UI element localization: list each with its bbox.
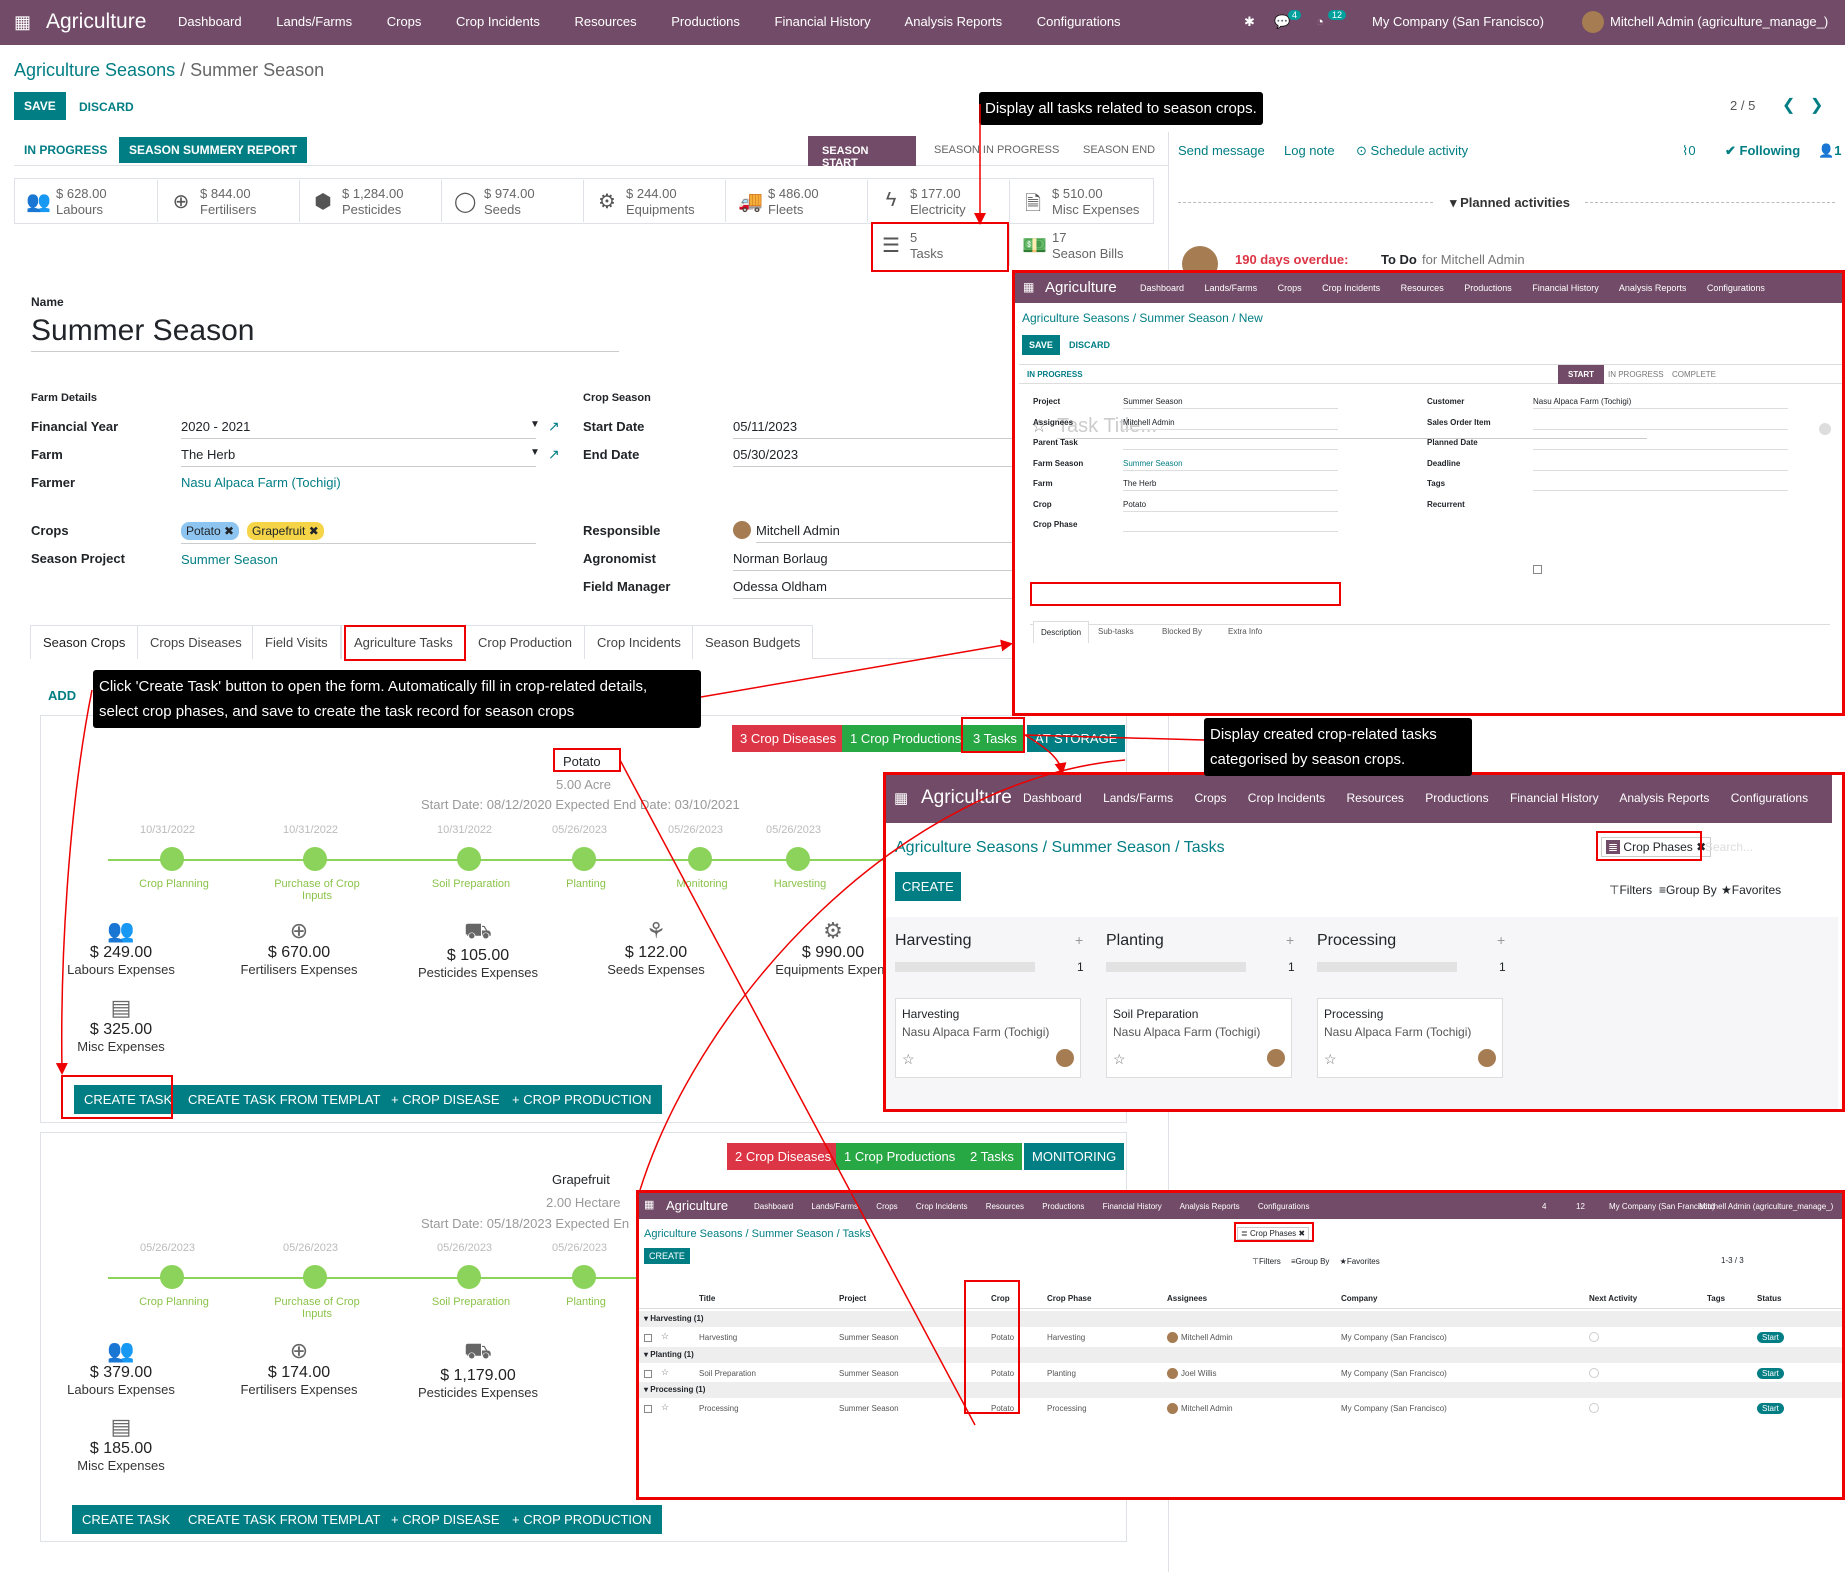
annotation-arrows: [55, 104, 1205, 1426]
